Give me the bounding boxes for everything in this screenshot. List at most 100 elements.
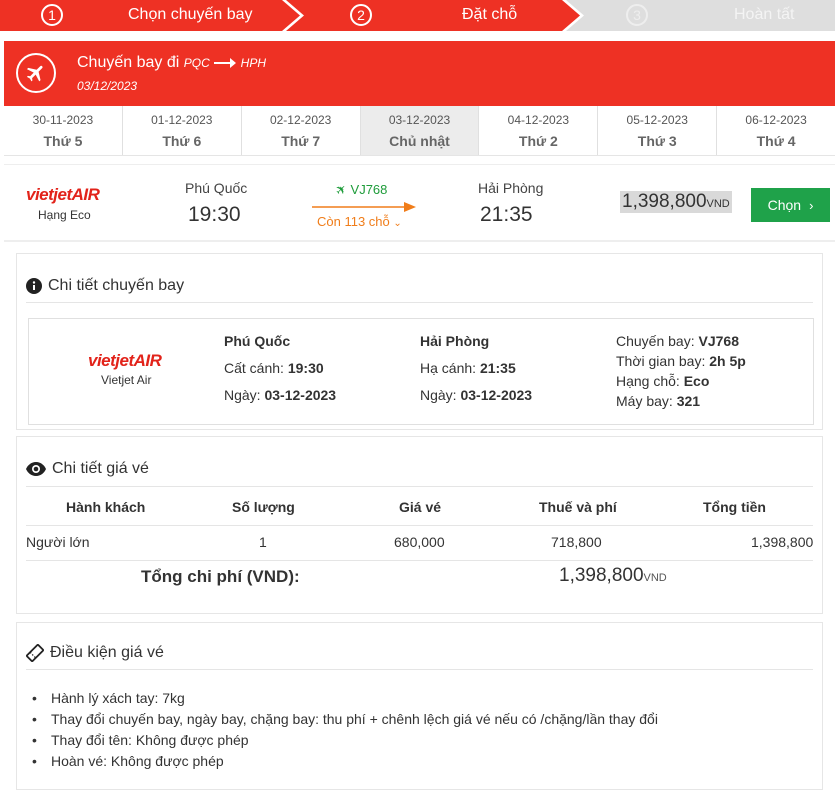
seats-left-toggle[interactable]: Còn 113 chỗ ⌄ — [317, 214, 402, 229]
tab-weekday: Thứ 4 — [756, 133, 796, 149]
detail-depart: Cất cánh: 19:30 — [224, 360, 324, 376]
divider — [26, 486, 813, 487]
info-icon — [26, 278, 42, 294]
tab-weekday: Chủ nhật — [389, 133, 450, 149]
depart-label: Cất cánh: — [224, 360, 284, 376]
tab-date: 30-11-2023 — [32, 113, 94, 127]
condition-item: Hoàn vé: Không được phép — [28, 751, 658, 772]
step-number: 1 — [41, 4, 63, 26]
grand-total-value: 1,398,800VND — [559, 565, 667, 587]
arrival-city: Hải Phòng — [478, 180, 544, 196]
tab-weekday: Thứ 5 — [43, 133, 83, 149]
tab-date: 04-12-2023 — [507, 113, 570, 127]
from-date: 03-12-2023 — [264, 387, 337, 403]
arrow-right-icon — [214, 57, 237, 68]
flight-code-value: VJ768 — [698, 333, 739, 349]
depart-time: 19:30 — [287, 360, 324, 376]
price-value: 1,398,800 — [622, 191, 707, 212]
row-total: 1,398,800 — [751, 534, 814, 550]
header-quantity: Số lượng — [232, 499, 295, 515]
chevron-right-icon: › — [809, 197, 814, 213]
flight-detail-box: vietjetAIR Vietjet Air Phú Quốc Cất cánh… — [28, 318, 814, 425]
detail-arrive: Hạ cánh: 21:35 — [420, 360, 516, 376]
step-number: 3 — [626, 4, 648, 26]
flight-price: 1,398,800VND — [620, 191, 732, 213]
divider — [26, 669, 813, 670]
date-tab[interactable]: 30-11-2023 Thứ 5 — [4, 106, 123, 155]
flight-detail-panel: Chi tiết chuyến bay vietjetAIR Vietjet A… — [16, 253, 823, 430]
detail-aircraft: Máy bay: 321 — [616, 393, 700, 409]
tab-weekday: Thứ 2 — [518, 133, 558, 149]
step-label: Chọn chuyến bay — [128, 6, 253, 23]
plane-small-icon: ✈ — [331, 180, 351, 199]
step-number: 2 — [350, 4, 372, 26]
flight-result-row: vietjetAIR Hạng Eco Phú Quốc 19:30 ✈ VJ7… — [4, 164, 835, 242]
flight-header: Chuyến bay đi PQC HPH 03/12/2023 — [4, 41, 835, 106]
from-code: PQC — [183, 56, 210, 70]
tab-weekday: Thứ 7 — [281, 133, 321, 149]
conditions-list: Hành lý xách tay: 7kg Thay đổi chuyến ba… — [28, 688, 658, 772]
duration-value: 2h 5p — [709, 353, 746, 369]
arrive-time: 21:35 — [479, 360, 516, 376]
date-label: Ngày: — [420, 387, 457, 403]
header-tax: Thuế và phí — [539, 499, 617, 515]
route-line — [312, 202, 416, 212]
date-tabs: 30-11-2023 Thứ 5 01-12-2023 Thứ 6 02-12-20… — [4, 106, 835, 156]
arrival-time: 21:35 — [480, 203, 533, 226]
eye-icon — [26, 462, 46, 476]
flight-code-text: VJ768 — [350, 182, 388, 197]
date-tab[interactable]: 04-12-2023 Thứ 2 — [479, 106, 599, 155]
flight-header-title: Chuyến bay đi PQC HPH — [77, 54, 266, 72]
row-passenger: Người lớn — [26, 534, 90, 550]
tab-weekday: Thứ 6 — [162, 133, 202, 149]
date-label: Ngày: — [224, 387, 261, 403]
condition-item: Thay đổi tên: Không được phép — [28, 730, 658, 751]
detail-from-city: Phú Quốc — [224, 333, 291, 349]
choose-label: Chọn — [767, 197, 802, 213]
booking-steps: 1 Chọn chuyến bay 2 Đặt chỗ 3 Hoàn tất — [0, 0, 835, 31]
choose-flight-button[interactable]: Chọn › — [751, 188, 830, 222]
step-label: Hoàn tất — [734, 6, 795, 23]
row-tax: 718,800 — [551, 534, 602, 550]
chevron-down-icon: ⌄ — [393, 218, 402, 229]
date-tab[interactable]: 05-12-2023 Thứ 3 — [598, 106, 718, 155]
detail-to-date: Ngày: 03-12-2023 — [420, 387, 532, 403]
to-date: 03-12-2023 — [460, 387, 533, 403]
class-value: Eco — [683, 373, 710, 389]
detail-from-date: Ngày: 03-12-2023 — [224, 387, 336, 403]
airline-name: Vietjet Air — [101, 373, 152, 387]
date-tab[interactable]: 02-12-2023 Thứ 7 — [241, 106, 361, 155]
fare-conditions-panel: Điều kiện giá vé Hành lý xách tay: 7kg T… — [16, 622, 823, 790]
ticket-icon — [26, 644, 44, 662]
tab-date: 01-12-2023 — [151, 113, 213, 127]
tab-date: 03-12-2023 — [388, 113, 451, 127]
steps-background — [0, 0, 835, 31]
header-passenger: Hành khách — [66, 499, 146, 515]
tab-weekday: Thứ 3 — [637, 133, 677, 149]
detail-duration: Thời gian bay: 2h 5p — [616, 353, 746, 369]
price-detail-panel: Chi tiết giá vé Hành khách Số lượng Giá … — [16, 436, 823, 614]
fare-class: Hạng Eco — [38, 208, 91, 222]
step-label: Đặt chỗ — [462, 6, 518, 23]
flight-label: Chuyến bay: — [616, 333, 695, 349]
header-fare: Giá vé — [399, 499, 442, 515]
panel-title-text: Chi tiết giá vé — [52, 460, 149, 477]
aircraft-label: Máy bay: — [616, 393, 673, 409]
tab-date: 05-12-2023 — [626, 113, 688, 127]
duration-label: Thời gian bay: — [616, 353, 706, 369]
total-amount: 1,398,800 — [559, 565, 644, 586]
row-quantity: 1 — [259, 534, 267, 550]
date-tab-selected[interactable]: 03-12-2023 Chủ nhật — [360, 106, 480, 155]
plane-icon — [16, 53, 56, 93]
aircraft-value: 321 — [676, 393, 701, 409]
price-currency: VND — [706, 198, 730, 210]
class-label: Hạng chỗ: — [616, 373, 680, 389]
detail-to-city: Hải Phòng — [420, 333, 490, 349]
date-tab[interactable]: 06-12-2023 Thứ 4 — [717, 106, 835, 155]
direction-label: Chuyến bay đi — [77, 54, 180, 71]
date-tab[interactable]: 01-12-2023 Thứ 6 — [122, 106, 242, 155]
total-currency: VND — [643, 572, 667, 584]
row-fare: 680,000 — [394, 534, 445, 550]
departure-time: 19:30 — [188, 203, 241, 226]
flight-date: 03/12/2023 — [77, 79, 138, 93]
